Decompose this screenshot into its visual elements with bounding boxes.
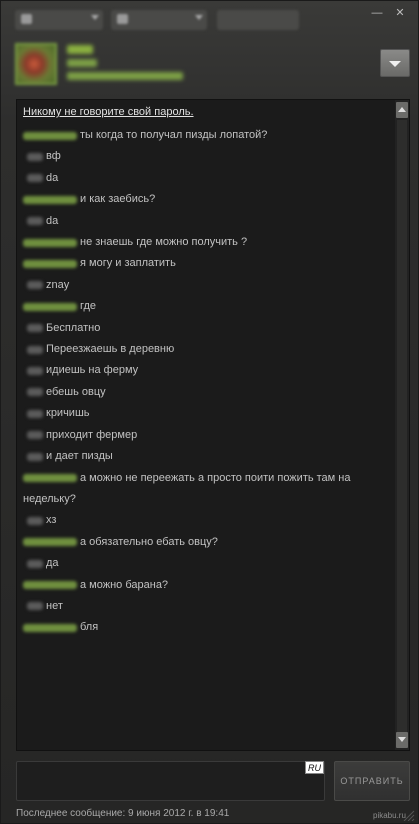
chat-message: бля — [23, 617, 389, 638]
message-text: вф — [46, 150, 61, 163]
self-name[interactable] — [27, 559, 43, 568]
chat-message: где — [23, 296, 389, 317]
chat-message: da — [23, 168, 389, 189]
friend-name[interactable] — [23, 623, 77, 632]
avatar[interactable] — [15, 43, 57, 85]
scroll-thumb[interactable] — [397, 120, 407, 732]
resize-grip-icon[interactable] — [401, 809, 415, 821]
chat-message: и как заебись? — [23, 189, 389, 210]
user-header — [11, 43, 411, 93]
username — [67, 45, 187, 55]
scroll-down-button[interactable] — [396, 732, 408, 748]
chat-message: приходит фермер — [23, 425, 389, 446]
message-text: а обязательно ебать овцу? — [80, 535, 218, 548]
chat-message: znay — [23, 275, 389, 296]
chat-message: нет — [23, 596, 389, 617]
chat-message: идиешь на ферму — [23, 360, 389, 381]
message-text: и как заебись? — [80, 193, 156, 206]
message-text: бля — [80, 621, 99, 634]
chat-message: а обязательно ебать овцу? — [23, 532, 389, 553]
chat-message: хз — [23, 510, 389, 531]
message-text: хз — [46, 514, 57, 527]
chat-message: da — [23, 211, 389, 232]
self-name[interactable] — [27, 431, 43, 440]
status-menu[interactable] — [15, 10, 103, 30]
chat-message: и дает пизды — [23, 446, 389, 467]
self-name[interactable] — [27, 174, 43, 183]
self-name[interactable] — [27, 281, 43, 290]
friend-name[interactable] — [23, 259, 77, 268]
chat-message: вф — [23, 146, 389, 167]
chevron-down-icon — [389, 61, 401, 67]
language-indicator: RU — [305, 761, 324, 774]
chat-icon — [117, 14, 128, 24]
chat-message: Переезжаешь в деревню — [23, 339, 389, 360]
message-list: Никому не говорите свой пароль. ты когда… — [17, 100, 395, 750]
chat-options-button[interactable] — [380, 49, 410, 77]
title-bar: — ✕ — [1, 1, 419, 37]
chat-message: ебешь овцу — [23, 382, 389, 403]
message-text: znay — [46, 278, 70, 291]
self-name[interactable] — [27, 516, 43, 525]
message-text: Бесплатно — [46, 321, 101, 334]
chat-message: а можно барана? — [23, 575, 389, 596]
chat-log[interactable]: Никому не говорите свой пароль. ты когда… — [16, 99, 410, 751]
message-text: ебешь овцу — [46, 385, 106, 398]
chat-window: — ✕ Никому не говорите свой пароль. ты к… — [0, 0, 419, 824]
message-text: где — [80, 300, 97, 313]
arrow-down-icon — [398, 737, 406, 742]
message-text: я могу и заплатить — [80, 257, 176, 270]
chat-message: ты когда то получал пизды лопатой? — [23, 125, 389, 146]
chevron-down-icon — [91, 15, 99, 20]
minimize-icon[interactable]: — — [370, 7, 384, 19]
message-text: и дает пизды — [46, 450, 113, 463]
self-name[interactable] — [27, 345, 43, 354]
friend-name[interactable] — [23, 195, 77, 204]
friend-name[interactable] — [23, 581, 77, 590]
message-text: нет — [46, 599, 63, 612]
self-name[interactable] — [27, 217, 43, 226]
view-menu[interactable] — [111, 10, 207, 30]
message-text: приходит фермер — [46, 428, 138, 441]
self-name[interactable] — [27, 388, 43, 397]
send-button[interactable]: ОТПРАВИТЬ — [334, 761, 410, 801]
user-status — [67, 59, 183, 85]
friend-name[interactable] — [23, 131, 77, 140]
chat-message: да — [23, 553, 389, 574]
message-text: а можно барана? — [80, 578, 169, 591]
message-text: идиешь на ферму — [46, 364, 139, 377]
message-text: кричишь — [46, 407, 90, 420]
security-warning: Никому не говорите свой пароль. — [23, 106, 194, 118]
message-text: da — [46, 171, 59, 184]
chevron-down-icon — [195, 15, 203, 20]
chat-message: Бесплатно — [23, 318, 389, 339]
close-icon[interactable]: ✕ — [393, 7, 407, 19]
self-name[interactable] — [27, 152, 43, 161]
message-text: не знаешь где можно получить ? — [80, 236, 248, 249]
chat-message: не знаешь где можно получить ? — [23, 232, 389, 253]
scroll-up-button[interactable] — [396, 102, 408, 118]
friend-name[interactable] — [23, 474, 77, 482]
message-text: да — [46, 557, 59, 570]
message-text: ты когда то получал пизды лопатой? — [80, 129, 268, 141]
message-text: da — [46, 214, 59, 227]
message-text: Переезжаешь в деревню — [46, 343, 175, 356]
self-name[interactable] — [27, 452, 43, 461]
self-name[interactable] — [27, 366, 43, 375]
scrollbar[interactable] — [395, 100, 409, 750]
friend-name[interactable] — [23, 302, 77, 311]
self-name[interactable] — [27, 602, 43, 611]
menu-item-blurred[interactable] — [217, 10, 299, 30]
chat-message: а можно не переежать а просто поити пожи… — [23, 468, 389, 511]
message-input[interactable] — [16, 761, 325, 801]
friend-name[interactable] — [23, 238, 77, 247]
chat-message: кричишь — [23, 403, 389, 424]
last-message-timestamp: Последнее сообщение: 9 июня 2012 г. в 19… — [16, 808, 230, 819]
self-name[interactable] — [27, 324, 43, 333]
arrow-up-icon — [398, 107, 406, 112]
chat-message: я могу и заплатить — [23, 253, 389, 274]
friend-name[interactable] — [23, 538, 77, 547]
friends-icon — [21, 14, 32, 24]
self-name[interactable] — [27, 409, 43, 418]
